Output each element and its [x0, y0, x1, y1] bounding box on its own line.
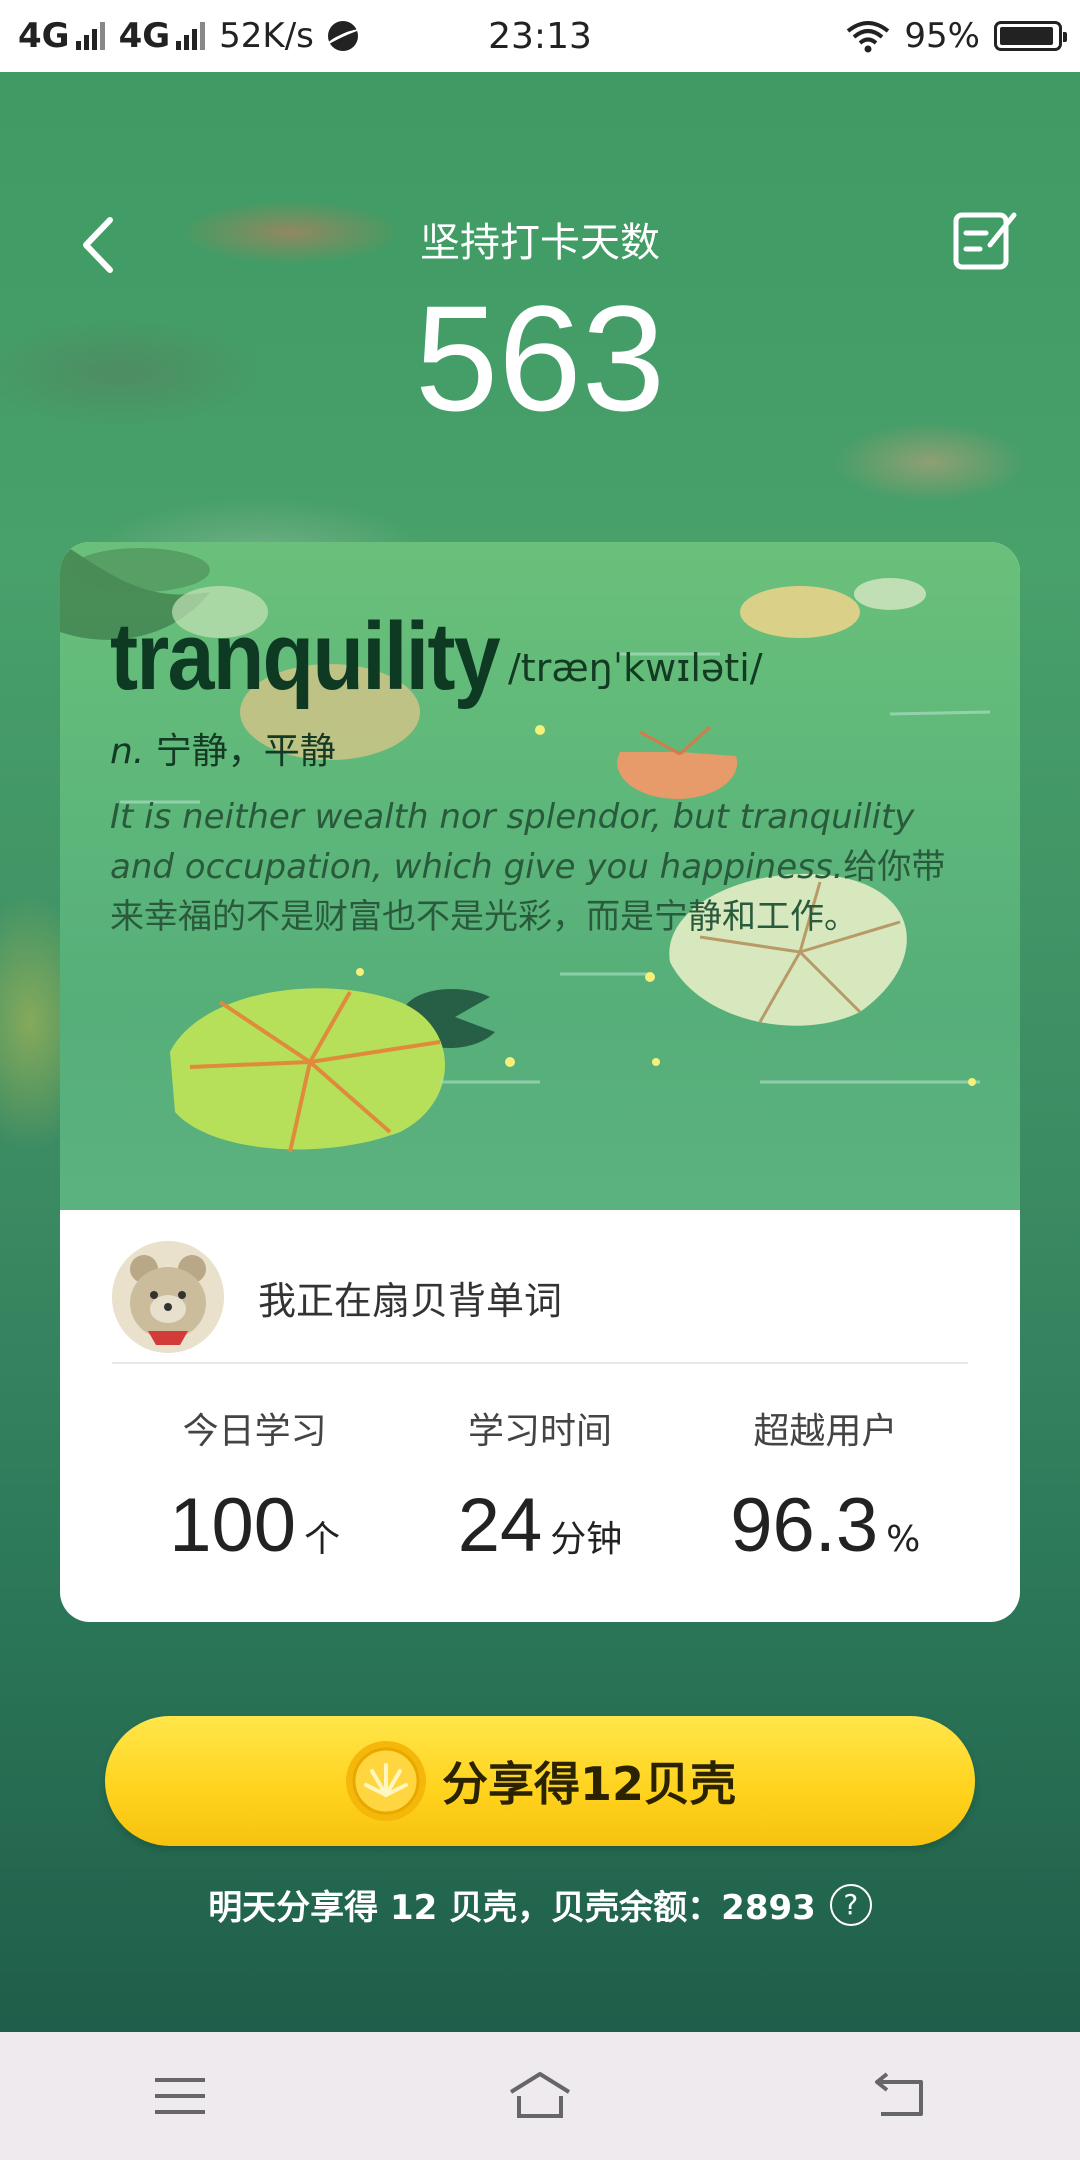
share-note-text: 明天分享得 12 贝壳，贝壳余额：2893	[208, 1888, 816, 1928]
stat-number: 100	[169, 1483, 297, 1568]
battery-icon	[994, 21, 1067, 51]
stat-surpass-users: 超越用户 96.3%	[683, 1402, 968, 1582]
definition-text: 宁静，平静	[155, 731, 336, 772]
shell-coin-icon	[345, 1741, 426, 1821]
stat-number: 24	[457, 1483, 543, 1568]
stat-label: 学习时间	[467, 1411, 612, 1452]
question-circle-icon[interactable]: ?	[829, 1883, 872, 1926]
part-of-speech: n.	[110, 731, 145, 772]
share-note: 明天分享得 12 贝壳，贝壳余额：2893 ?	[0, 1880, 1080, 1929]
wifi-icon	[847, 21, 890, 53]
battery-percent: 95%	[904, 16, 980, 56]
status-right: 95%	[846, 16, 1067, 56]
stat-today-words: 今日学习 100 个	[112, 1402, 397, 1582]
example-english: It is neither wealth nor splendor, but t…	[110, 797, 915, 887]
example-sentence: It is neither wealth nor splendor, but t…	[110, 792, 970, 942]
nav-back-button[interactable]	[860, 2061, 940, 2131]
planet-icon	[327, 21, 358, 51]
word-definition: n. 宁静，平静	[110, 722, 336, 774]
stat-unit: 分钟	[550, 1519, 623, 1560]
status-bar: 4G 4G 52K/s 23:13 95%	[0, 0, 1080, 72]
edit-button[interactable]	[950, 205, 1020, 275]
word-card-image: tranquility /træŋˈkwɪləti/ n. 宁静，平静 It i…	[60, 542, 1020, 1210]
status-left: 4G 4G 52K/s	[18, 16, 358, 56]
stat-label: 超越用户	[753, 1411, 898, 1452]
streak-count: 563	[414, 274, 666, 442]
user-status-text: 我正在扇贝背单词	[258, 1278, 563, 1323]
nav-menu-button[interactable]	[140, 2061, 220, 2131]
return-icon	[875, 2072, 923, 2116]
network-speed: 52K/s	[219, 16, 314, 56]
word-card[interactable]: tranquility /træŋˈkwɪləti/ n. 宁静，平静 It i…	[60, 542, 1020, 1622]
stat-value: 100 个	[112, 1482, 397, 1569]
stat-unit: 个	[304, 1519, 341, 1560]
stat-unit: %	[886, 1519, 921, 1560]
network-label-1: 4G	[18, 16, 70, 56]
avatar[interactable]	[112, 1241, 224, 1353]
word-title: tranquility	[110, 603, 501, 710]
signal-bars-icon	[75, 22, 105, 50]
word-phonetic: /træŋˈkwɪləti/	[508, 646, 763, 690]
network-label-2: 4G	[118, 16, 171, 56]
system-nav-bar	[0, 2032, 1080, 2160]
stat-label: 今日学习	[182, 1411, 327, 1452]
share-button-label: 分享得12贝壳	[441, 1757, 736, 1811]
share-button[interactable]: 分享得12贝壳	[105, 1716, 975, 1846]
menu-icon	[155, 2078, 205, 2114]
nav-home-button[interactable]	[500, 2061, 580, 2131]
signal-2: 4G	[119, 16, 206, 56]
user-row: 我正在扇贝背单词	[112, 1232, 968, 1364]
stat-value: 24 分钟	[397, 1482, 682, 1569]
bear-avatar-icon	[112, 1241, 224, 1353]
stat-value: 96.3%	[683, 1482, 968, 1569]
stat-study-time: 学习时间 24 分钟	[397, 1402, 682, 1582]
study-stats: 今日学习 100 个 学习时间 24 分钟 超越用户 96.3%	[112, 1402, 968, 1582]
stat-number: 96.3	[730, 1483, 879, 1568]
edit-note-icon	[953, 212, 1017, 270]
page-title: 坚持打卡天数	[420, 220, 660, 266]
home-icon	[509, 2072, 571, 2118]
signal-1: 4G	[18, 16, 105, 56]
signal-bars-icon	[176, 22, 206, 50]
